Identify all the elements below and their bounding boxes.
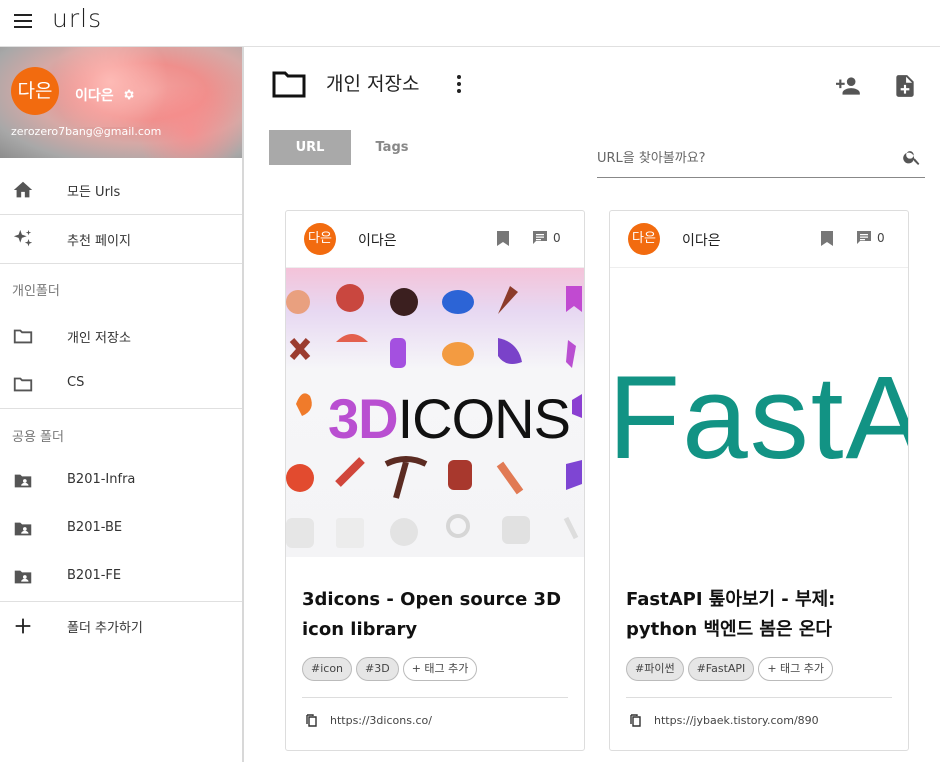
sparkle-icon bbox=[13, 229, 33, 247]
sidebar-item-b201-be[interactable]: B201-BE bbox=[0, 505, 242, 553]
app-logo[interactable]: urls bbox=[52, 4, 102, 33]
search-icon[interactable] bbox=[902, 147, 922, 167]
thumbnail-title: FastA bbox=[610, 352, 908, 484]
folder-icon bbox=[13, 329, 33, 344]
profile-header: 다은 이다은 zerozero7bang@gmail.com bbox=[0, 47, 242, 158]
comment-icon[interactable] bbox=[856, 230, 872, 246]
settings-gear-icon[interactable] bbox=[122, 88, 135, 101]
sidebar-item-label: 모든 Urls bbox=[67, 185, 121, 200]
card-author: 이다은 bbox=[682, 233, 721, 249]
profile-name: 이다은 bbox=[75, 88, 114, 104]
sidebar-item-label: 추천 페이지 bbox=[67, 234, 131, 249]
bookmark-icon[interactable] bbox=[496, 230, 510, 247]
url-card[interactable]: 다은 이다은 0 3DICONS 3dicons - Open source 3… bbox=[285, 210, 585, 751]
shared-folder-icon bbox=[14, 474, 32, 488]
top-app-bar: urls bbox=[0, 0, 940, 47]
add-tag-button[interactable]: + 태그 추가 bbox=[758, 657, 834, 681]
card-title[interactable]: FastAPI 톺아보기 - 부제: python 백엔드 봄은 온다 bbox=[626, 585, 896, 645]
sidebar-item-all-urls[interactable]: 모든 Urls bbox=[0, 166, 242, 214]
comment-count: 0 bbox=[553, 231, 561, 245]
tab-url[interactable]: URL bbox=[269, 130, 351, 165]
card-thumbnail[interactable]: FastA bbox=[610, 267, 908, 557]
comment-count: 0 bbox=[877, 231, 885, 245]
card-title[interactable]: 3dicons - Open source 3D icon library bbox=[302, 585, 572, 645]
shared-folder-icon bbox=[14, 570, 32, 584]
avatar[interactable]: 다은 bbox=[11, 67, 59, 115]
comment-icon[interactable] bbox=[532, 230, 548, 246]
bookmark-icon[interactable] bbox=[820, 230, 834, 247]
main-content: 개인 저장소 URL Tags 다은 이다은 0 bbox=[246, 47, 940, 762]
sidebar-item-b201-fe[interactable]: B201-FE bbox=[0, 553, 242, 601]
sidebar-item-cs[interactable]: CS bbox=[0, 360, 242, 408]
add-file-icon[interactable] bbox=[892, 73, 918, 99]
thumbnail-title: 3DICONS bbox=[328, 387, 571, 450]
tag-chip[interactable]: #icon bbox=[302, 657, 353, 681]
add-tag-button[interactable]: + 태그 추가 bbox=[402, 657, 478, 681]
more-vert-icon[interactable] bbox=[454, 75, 464, 95]
sidebar-item-personal-storage[interactable]: 개인 저장소 bbox=[0, 312, 242, 360]
card-url[interactable]: https://3dicons.co/ bbox=[330, 714, 432, 727]
profile-email: zerozero7bang@gmail.com bbox=[11, 125, 162, 138]
page-title: 개인 저장소 bbox=[326, 73, 420, 95]
shared-folder-icon bbox=[14, 522, 32, 536]
url-card[interactable]: 다은 이다은 0 FastA FastAPI 톺아보기 - 부제: python… bbox=[609, 210, 909, 751]
menu-icon[interactable] bbox=[14, 14, 34, 30]
sidebar-item-recommended[interactable]: 추천 페이지 bbox=[0, 215, 242, 263]
avatar[interactable]: 다은 bbox=[304, 223, 336, 255]
avatar[interactable]: 다은 bbox=[628, 223, 660, 255]
add-folder-label: 폴더 추가하기 bbox=[67, 621, 143, 636]
shared-folder-header: 공용 폴더 bbox=[12, 430, 64, 445]
search-input[interactable] bbox=[597, 148, 887, 168]
sidebar-item-label: B201-Infra bbox=[67, 472, 136, 487]
home-icon bbox=[13, 181, 33, 198]
tag-list: #icon #3D + 태그 추가 bbox=[302, 657, 481, 681]
copy-link-icon[interactable] bbox=[630, 714, 641, 727]
search-bar bbox=[597, 142, 925, 178]
add-person-icon[interactable] bbox=[836, 73, 862, 99]
plus-icon bbox=[15, 618, 31, 634]
sidebar-item-b201-infra[interactable]: B201-Infra bbox=[0, 457, 242, 505]
personal-folder-header: 개인폴더 bbox=[12, 284, 60, 299]
add-folder-button[interactable]: 폴더 추가하기 bbox=[0, 602, 242, 650]
tag-list: #파이썬 #FastAPI + 태그 추가 bbox=[626, 657, 837, 681]
sidebar: 다은 이다은 zerozero7bang@gmail.com 모든 Urls 추… bbox=[0, 47, 244, 762]
tab-tags[interactable]: Tags bbox=[351, 130, 433, 165]
sidebar-item-label: 개인 저장소 bbox=[67, 331, 131, 346]
card-url[interactable]: https://jybaek.tistory.com/890 bbox=[654, 714, 819, 727]
card-thumbnail[interactable]: 3DICONS bbox=[286, 267, 584, 557]
sidebar-item-label: B201-FE bbox=[67, 568, 122, 583]
tag-chip[interactable]: #FastAPI bbox=[687, 657, 755, 681]
sidebar-item-label: CS bbox=[67, 375, 85, 390]
folder-icon bbox=[13, 377, 33, 392]
tag-chip[interactable]: #3D bbox=[356, 657, 399, 681]
tag-chip[interactable]: #파이썬 bbox=[626, 657, 684, 681]
sidebar-item-label: B201-BE bbox=[67, 520, 123, 535]
folder-icon bbox=[272, 71, 306, 98]
copy-link-icon[interactable] bbox=[306, 714, 317, 727]
card-author: 이다은 bbox=[358, 233, 397, 249]
